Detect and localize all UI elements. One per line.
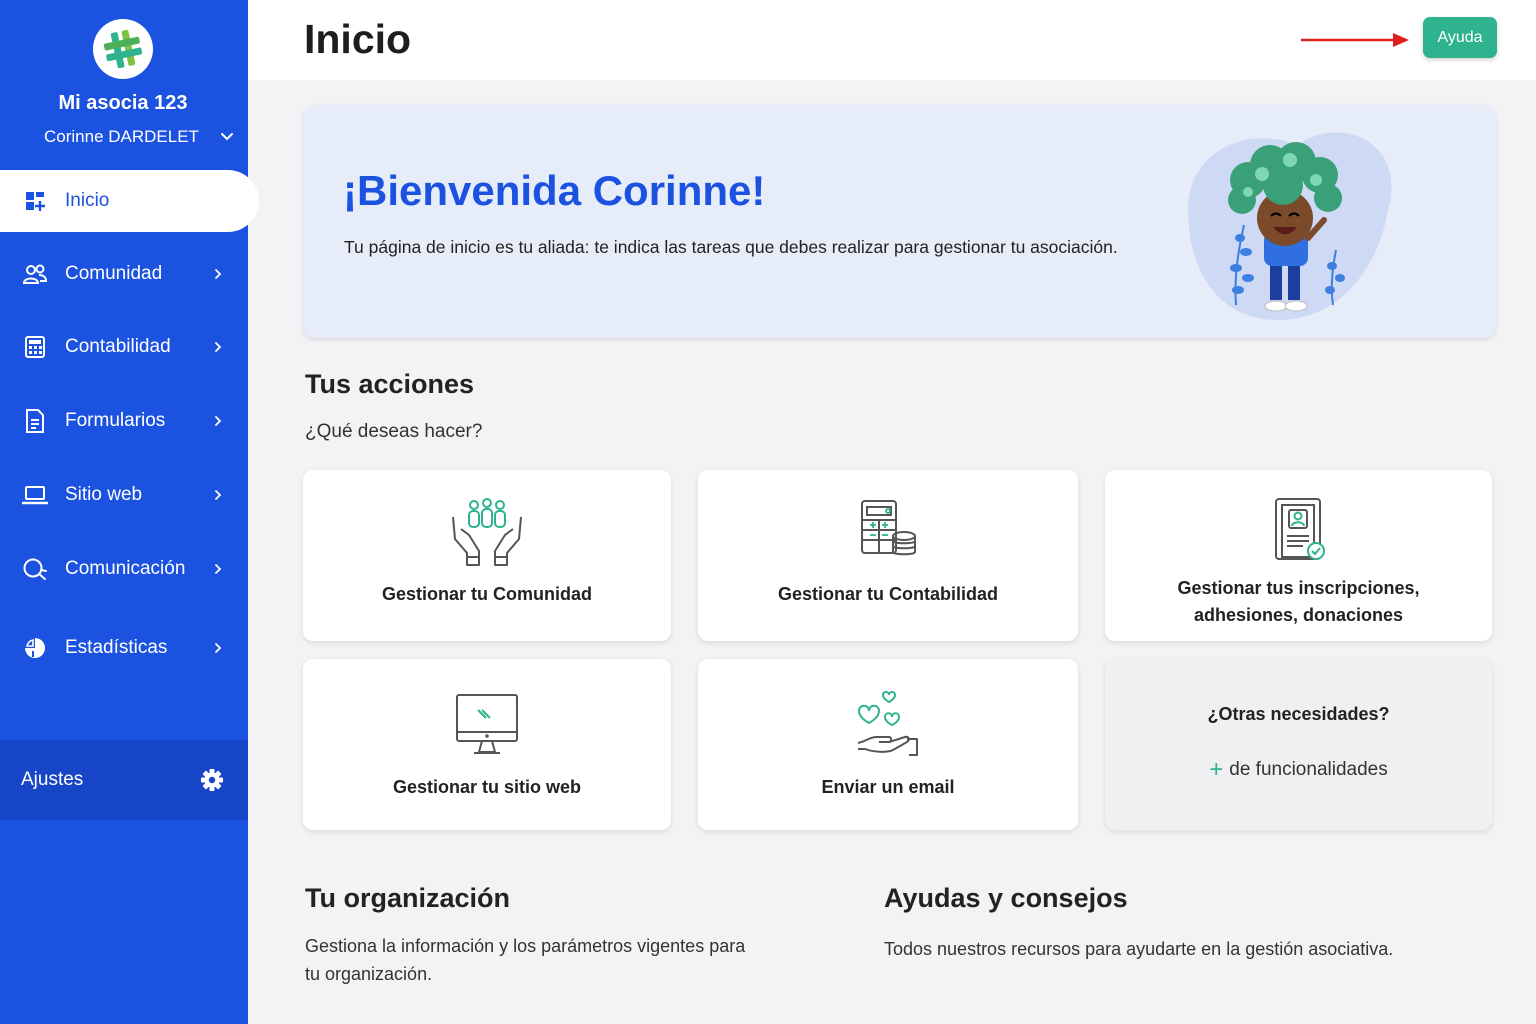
sidebar-item-comunidad[interactable]: Comunidad <box>0 244 248 304</box>
chevron-right-icon <box>215 416 222 426</box>
chevron-right-icon <box>215 490 222 500</box>
sidebar-item-contabilidad[interactable]: Contabilidad <box>0 317 248 377</box>
card-label: Enviar un email <box>821 777 955 797</box>
chevron-right-icon <box>215 342 222 352</box>
arrow-right-icon <box>1301 33 1409 47</box>
tips-text: Todos nuestros recursos para ayudarte en… <box>884 939 1394 959</box>
sidebar-item-label: Estadísticas <box>65 637 168 658</box>
user-name: Corinne DARDELET <box>44 127 199 146</box>
community-hands-icon <box>452 498 522 566</box>
welcome-text: Tu página de inicio es tu aliada: te ind… <box>344 237 1118 257</box>
page-title: Inicio <box>304 16 412 62</box>
welcome-banner: ¡Bienvenida Corinne! Tu página de inicio… <box>303 105 1496 338</box>
tree-mascot-illustration <box>1188 132 1392 320</box>
card-label: Gestionar tu Comunidad <box>381 584 592 604</box>
org-name: Mi asocia 123 <box>58 92 188 114</box>
monitor-icon <box>456 694 518 754</box>
organization-title: Tu organización <box>305 883 511 913</box>
help-button[interactable]: Ayuda <box>1423 17 1497 58</box>
chevron-right-icon <box>215 643 222 653</box>
card-otras-necesidades[interactable]: ¿Otras necesidades? + de funcionalidades <box>1105 659 1492 830</box>
more-features-label: de funcionalidades <box>1229 759 1388 780</box>
card-gestionar-inscripciones[interactable]: Gestionar tus inscripciones, adhesiones,… <box>1105 470 1492 641</box>
card-gestionar-comunidad[interactable]: Gestionar tu Comunidad <box>303 470 671 641</box>
card-gestionar-sitio-web[interactable]: Gestionar tu sitio web <box>303 659 671 830</box>
sidebar-item-label: Formularios <box>65 410 166 431</box>
more-features-link[interactable]: + de funcionalidades <box>1105 756 1492 784</box>
sidebar-item-label: Sitio web <box>65 484 143 505</box>
laptop-icon <box>22 482 48 508</box>
organization-text: Gestiona la información y los parámetros… <box>305 936 746 984</box>
chevron-right-icon <box>215 564 222 574</box>
settings-button[interactable]: Ajustes <box>0 740 248 820</box>
top-header: Inicio Ayuda <box>248 0 1536 80</box>
sidebar-item-formularios[interactable]: Formularios <box>0 391 248 451</box>
calculator-icon <box>22 334 48 360</box>
registration-form-icon <box>1274 498 1325 560</box>
sidebar-item-label: Comunicación <box>65 558 186 579</box>
pie-chart-icon <box>22 635 48 661</box>
document-icon <box>22 408 48 434</box>
chevron-right-icon <box>215 269 222 279</box>
sidebar-item-comunicacion[interactable]: Comunicación <box>0 539 248 599</box>
sidebar-item-label: Comunidad <box>65 263 163 284</box>
gear-icon <box>201 769 223 791</box>
welcome-title: ¡Bienvenida Corinne! <box>343 167 766 214</box>
card-gestionar-contabilidad[interactable]: Gestionar tu Contabilidad <box>698 470 1078 641</box>
card-label: Gestionar tus inscripciones, adhesiones,… <box>1177 578 1420 625</box>
sidebar-item-inicio[interactable]: Inicio <box>0 170 259 232</box>
sidebar: Mi asocia 123 Corinne DARDELET Inicio Co… <box>0 0 259 1024</box>
actions-subtitle: ¿Qué deseas hacer? <box>305 421 483 442</box>
card-label: Gestionar tu Contabilidad <box>777 584 998 604</box>
accounting-icon <box>861 500 916 556</box>
sidebar-item-label: Inicio <box>65 190 110 211</box>
org-logo[interactable] <box>93 19 153 79</box>
other-needs-title: ¿Otras necesidades? <box>1207 704 1390 724</box>
card-enviar-email[interactable]: Enviar un email <box>698 659 1078 830</box>
chat-icon <box>22 556 48 582</box>
hand-hearts-icon <box>857 691 918 756</box>
sidebar-item-sitio-web[interactable]: Sitio web <box>0 465 248 525</box>
users-icon <box>22 261 48 287</box>
user-switcher[interactable]: Corinne DARDELET <box>44 126 234 148</box>
plus-icon: + <box>1209 756 1224 783</box>
sidebar-item-label: Contabilidad <box>65 336 171 357</box>
actions-title: Tus acciones <box>305 369 475 399</box>
hashtag-logo-icon <box>103 29 143 69</box>
dashboard-icon <box>22 188 48 214</box>
chevron-down-icon <box>221 133 233 141</box>
sidebar-item-estadisticas[interactable]: Estadísticas <box>0 618 248 678</box>
tips-title: Ayudas y consejos <box>884 883 1128 913</box>
settings-label: Ajustes <box>21 769 84 790</box>
card-label: Gestionar tu sitio web <box>392 777 582 797</box>
